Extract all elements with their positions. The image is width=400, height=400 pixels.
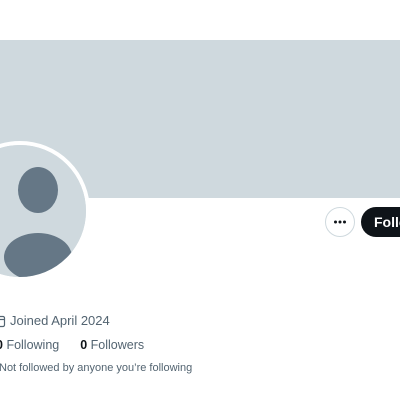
calendar-icon <box>0 315 6 327</box>
joined-label: Joined April 2024 <box>10 313 110 328</box>
follow-stats: 0 Following 0 Followers <box>0 338 144 352</box>
more-options-button[interactable] <box>325 207 355 237</box>
profile-page: Follow Joined April 2024 0 Following 0 F… <box>0 0 400 400</box>
top-strip <box>0 0 400 40</box>
joined-date: Joined April 2024 <box>0 313 110 328</box>
following-label: Following <box>6 338 60 352</box>
more-horizontal-icon <box>334 220 346 224</box>
follow-button[interactable]: Follow <box>361 207 400 237</box>
followers-label: Followers <box>90 338 145 352</box>
followers-link[interactable]: 0 Followers <box>80 338 144 352</box>
following-link[interactable]: 0 Following <box>0 338 63 352</box>
following-count: 0 <box>0 338 3 352</box>
default-avatar-icon <box>0 145 86 277</box>
followers-count: 0 <box>80 338 88 352</box>
followed-by-text: Not followed by anyone you’re following <box>0 362 193 374</box>
